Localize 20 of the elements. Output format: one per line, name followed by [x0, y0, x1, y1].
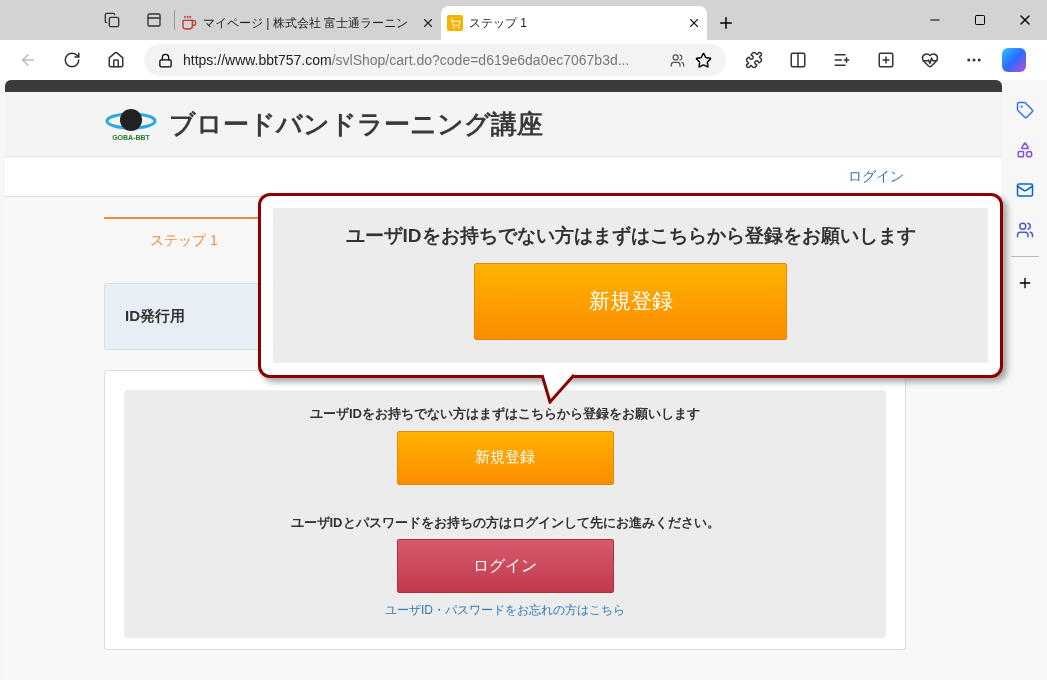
close-tab-icon[interactable]	[421, 16, 435, 30]
close-tab-icon[interactable]	[687, 16, 701, 30]
browser-tab[interactable]: ステップ 1	[441, 6, 707, 40]
site-title: ブロードバンドラーニング講座	[169, 107, 543, 141]
url-text: https://www.bbt757.com/svlShop/cart.do?code=d619e6da0ec7067b3d...	[183, 50, 631, 70]
cup-favicon-icon	[181, 15, 197, 31]
browser-tab[interactable]: マイページ | 株式会社 富士通ラーニン	[175, 6, 441, 40]
tab-title: ステップ 1	[469, 15, 528, 32]
lock-icon	[158, 52, 173, 68]
tab-title: マイページ | 株式会社 富士通ラーニン	[203, 15, 410, 32]
login-prompt: ユーザIDとパスワードをお持ちの方はログインして先にお進みください。	[290, 513, 720, 532]
login-link[interactable]: ログイン	[848, 166, 904, 187]
new-tab-icon[interactable]	[717, 14, 735, 32]
login-button[interactable]: ログイン	[396, 539, 614, 593]
forgot-password-link[interactable]: ユーザID・パスワードをお忘れの方はこちら	[385, 601, 625, 619]
cart-favicon-icon	[447, 15, 463, 31]
register-prompt: ユーザIDをお持ちでない方はまずはこちらから登録をお願いします	[310, 405, 700, 423]
callout-prompt: ユーザIDをお持ちでない方はまずはこちらから登録をお願いします	[345, 224, 916, 248]
address-field[interactable]: https://www.bbt757.com/svlShop/cart.do?code=d619e6da0ec7067b3d...	[144, 44, 726, 76]
favorite-star-icon[interactable]	[695, 51, 712, 69]
